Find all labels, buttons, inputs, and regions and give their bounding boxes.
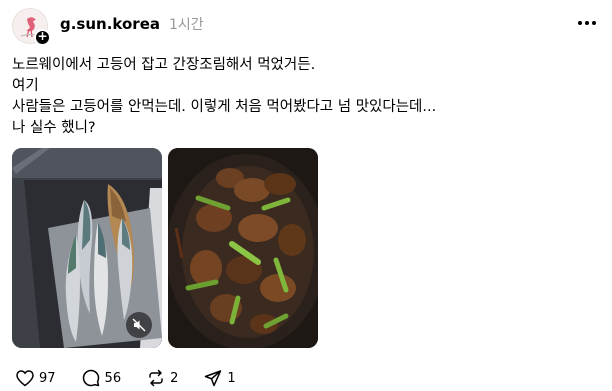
repost-icon xyxy=(149,369,163,387)
more-dot xyxy=(578,21,582,25)
post-text-line: 여기 xyxy=(12,78,39,94)
post-text-line: 사람들은 고등어를 안먹는데. 이렇게 처음 먹어봤다고 넘 맛있다는데... xyxy=(12,99,437,115)
share-count: 1 xyxy=(227,370,236,386)
follow-plus-icon[interactable]: + xyxy=(34,29,51,46)
like-count: 97 xyxy=(39,370,56,386)
braised-mackerel-photo xyxy=(168,148,318,348)
repost-button[interactable]: 2 xyxy=(147,369,178,387)
post-image[interactable] xyxy=(168,148,318,348)
username[interactable]: g.sun.korea xyxy=(60,15,160,33)
mute-toggle-button[interactable] xyxy=(126,312,152,338)
heart-icon xyxy=(16,369,34,386)
post-text: 노르웨이에서 고등어 잡고 간장조림해서 먹었거든. 여기 사람들은 고등어를 … xyxy=(12,55,602,139)
post-text-line: 노르웨이에서 고등어 잡고 간장조림해서 먹었거든. xyxy=(12,57,316,73)
share-button[interactable]: 1 xyxy=(204,369,236,387)
like-button[interactable]: 97 xyxy=(16,369,56,387)
comment-button[interactable]: 56 xyxy=(82,369,122,387)
timestamp[interactable]: 1시간 xyxy=(169,14,204,34)
post-video[interactable] xyxy=(12,148,162,348)
post-header: g.sun.korea 1시간 xyxy=(60,13,204,35)
comment-bubble-icon xyxy=(82,369,99,387)
muted-speaker-icon xyxy=(132,318,146,332)
send-icon xyxy=(205,370,222,387)
repost-count: 2 xyxy=(170,370,179,386)
comment-count: 56 xyxy=(104,370,122,386)
avatar[interactable]: + xyxy=(12,8,51,46)
more-dot xyxy=(585,21,589,25)
more-icon[interactable] xyxy=(576,14,598,32)
more-dot xyxy=(592,21,596,25)
action-bar: 97 56 2 1 xyxy=(16,368,262,388)
post-text-line: 나 실수 했니? xyxy=(12,120,96,136)
